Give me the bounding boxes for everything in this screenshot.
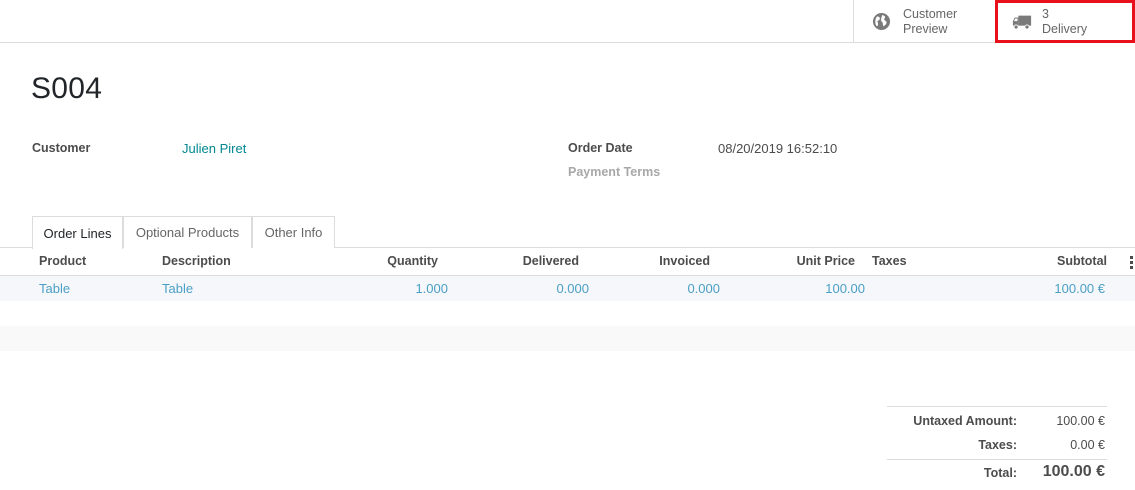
empty-row <box>0 326 1135 351</box>
column-options-icon[interactable] <box>1128 256 1135 270</box>
col-taxes[interactable]: Taxes <box>872 254 907 268</box>
cell-product: Table <box>39 281 71 296</box>
customer-preview-label-line1: Customer <box>903 6 958 21</box>
order-date-label: Order Date <box>568 141 633 155</box>
globe-icon <box>871 12 891 32</box>
col-unit-price[interactable]: Unit Price <box>775 254 855 268</box>
cell-subtotal: 100.00 € <box>1054 281 1105 296</box>
col-invoiced[interactable]: Invoiced <box>630 254 710 268</box>
col-quantity[interactable]: Quantity <box>358 254 438 268</box>
empty-row <box>0 301 1135 326</box>
untaxed-amount-label: Untaxed Amount: <box>913 414 1017 428</box>
cell-description: Table <box>162 281 194 296</box>
untaxed-amount-value: 100.00 € <box>1056 414 1105 428</box>
tab-optional-products[interactable]: Optional Products <box>123 216 252 248</box>
order-lines-header: Product Description Quantity Delivered I… <box>0 248 1135 276</box>
payment-terms-label: Payment Terms <box>568 165 661 179</box>
cell-quantity: 1.000 <box>415 281 448 296</box>
col-subtotal[interactable]: Subtotal <box>1027 254 1107 268</box>
delivery-text: Delivery <box>1042 21 1088 36</box>
customer-preview-label-line2: Preview <box>903 21 948 36</box>
order-date-value: 08/20/2019 16:52:10 <box>718 141 838 156</box>
truck-icon <box>1012 12 1032 32</box>
col-product[interactable]: Product <box>39 254 86 268</box>
total-value: 100.00 € <box>1042 463 1105 480</box>
cell-invoiced: 0.000 <box>687 281 720 296</box>
delivery-count: 3 <box>1042 6 1049 21</box>
col-description[interactable]: Description <box>162 254 231 268</box>
cell-unit-price: 100.00 <box>825 281 865 296</box>
taxes-value: 0.00 € <box>1070 438 1105 452</box>
totals-top-divider <box>887 406 1107 407</box>
tab-other-info[interactable]: Other Info <box>252 216 335 248</box>
customer-label: Customer <box>32 141 91 155</box>
cell-delivered: 0.000 <box>556 281 589 296</box>
col-delivered[interactable]: Delivered <box>499 254 579 268</box>
table-row[interactable]: Table Table 1.000 0.000 0.000 100.00 100… <box>0 276 1135 301</box>
customer-preview-button[interactable]: Customer Preview <box>853 0 994 43</box>
customer-preview-label: Customer Preview <box>903 7 957 37</box>
notebook-tabs: Order Lines Optional Products Other Info <box>0 216 1135 249</box>
tab-order-lines[interactable]: Order Lines <box>32 216 123 249</box>
delivery-button[interactable]: 3 Delivery <box>995 0 1135 43</box>
totals-divider <box>887 459 1107 460</box>
customer-link[interactable]: Julien Piret <box>182 141 246 156</box>
smart-button-bar: Customer Preview 3 Delivery <box>0 0 1135 43</box>
delivery-label: 3 Delivery <box>1042 7 1087 37</box>
page-title: S004 <box>31 72 103 105</box>
taxes-label: Taxes: <box>978 438 1017 452</box>
